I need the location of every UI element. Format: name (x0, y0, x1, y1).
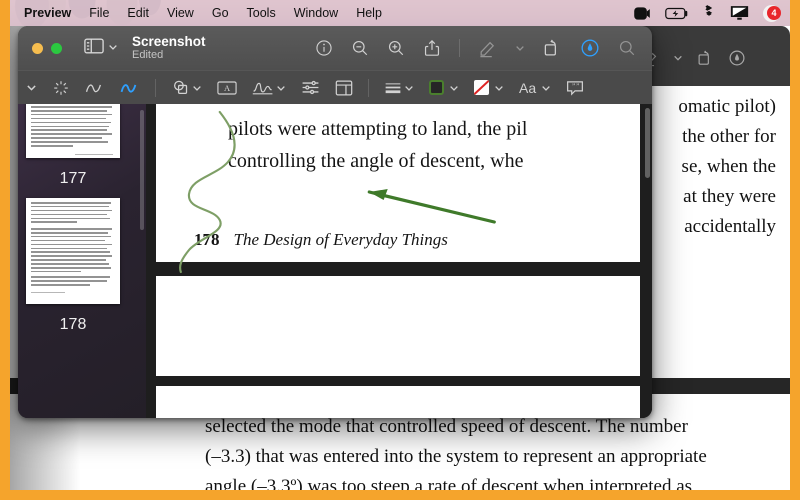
adjust-color-icon[interactable] (301, 79, 320, 96)
menu-item-file[interactable]: File (80, 0, 118, 26)
screen-frame: omatic pilot) the other for se, when the… (0, 0, 800, 500)
display-icon[interactable] (730, 5, 749, 21)
fill-color-icon[interactable] (474, 80, 504, 95)
text-style-icon[interactable]: Aa (519, 80, 551, 96)
chevron-down-icon[interactable] (26, 82, 37, 93)
rotate-icon[interactable] (543, 39, 562, 58)
thumbnail-page-number: 177 (59, 170, 87, 187)
bg-line: (–3.3) that was entered into the system … (205, 446, 707, 467)
thumbnail-content (26, 104, 120, 158)
sidebar-scrollbar[interactable] (140, 110, 144, 230)
notification-count: 4 (771, 7, 777, 18)
desktop: omatic pilot) the other for se, when the… (10, 0, 790, 490)
annotate-icon[interactable] (580, 38, 600, 58)
note-icon[interactable]: ” ” (566, 80, 584, 96)
document-view[interactable]: pilots were attempting to land, the pil … (146, 104, 652, 418)
toolbar-divider (368, 78, 369, 97)
svg-text:”: ” (572, 81, 575, 90)
chevron-down-icon[interactable] (673, 53, 683, 63)
battery-charging-icon[interactable] (665, 7, 688, 20)
text-box-icon[interactable]: A (217, 80, 237, 96)
shapes-icon[interactable] (171, 78, 202, 97)
document-page (156, 276, 640, 376)
menu-item-tools[interactable]: Tools (238, 0, 285, 26)
chevron-down-icon[interactable] (108, 39, 118, 57)
traffic-lights[interactable] (32, 42, 62, 54)
preview-window[interactable]: Screenshot Edited A Aa ” ” 177 178 pilot… (18, 26, 652, 418)
signature-icon[interactable] (252, 80, 286, 96)
page-thumbnail[interactable] (26, 104, 120, 158)
menu-bar[interactable]: Preview File Edit View Go Tools Window H… (10, 0, 790, 26)
markup-pen-icon[interactable] (478, 39, 497, 58)
preview-body: 177 178 pilots were attempting to land, … (18, 104, 652, 418)
menu-item-preview[interactable]: Preview (20, 0, 80, 26)
document-text-line: controlling the angle of descent, whe (228, 150, 524, 172)
document-scrollbar[interactable] (645, 108, 650, 178)
zoom-in-icon[interactable] (387, 39, 405, 57)
chevron-down-icon[interactable] (515, 43, 525, 53)
document-page (156, 386, 640, 418)
svg-text:”: ” (576, 81, 579, 90)
background-bottom-text: selected the mode that controlled speed … (205, 412, 785, 490)
toolbar-divider (155, 78, 156, 97)
menu-item-edit[interactable]: Edit (118, 0, 158, 26)
menu-item-help[interactable]: Help (347, 0, 391, 26)
draw-icon[interactable] (120, 80, 140, 96)
menu-item-go[interactable]: Go (203, 0, 238, 26)
page-thumbnail[interactable] (26, 198, 120, 304)
menu-item-view[interactable]: View (158, 0, 203, 26)
text-style-label: Aa (519, 79, 537, 96)
svg-text:A: A (224, 83, 231, 93)
sidebar-toggle-icon (84, 38, 104, 59)
window-titlebar[interactable]: Screenshot Edited (18, 26, 652, 70)
info-icon[interactable] (315, 39, 333, 57)
zoom-button[interactable] (51, 42, 62, 54)
toolbar-divider (459, 39, 460, 57)
window-toolbar (315, 38, 642, 58)
sidebar-toggle-button[interactable] (84, 38, 118, 59)
adjust-size-icon[interactable] (335, 79, 353, 97)
document-book-title: The Design of Everyday Things (233, 230, 448, 249)
border-color-swatch (429, 80, 444, 95)
annotate-icon[interactable] (728, 49, 746, 67)
document-page-number: 178 (194, 230, 220, 249)
thumbnail-sidebar[interactable]: 177 178 (18, 104, 146, 418)
markup-toolbar: A Aa ” ” (18, 70, 652, 104)
zoom-out-icon[interactable] (351, 39, 369, 57)
fill-color-swatch (474, 80, 489, 95)
window-title-block: Screenshot Edited (132, 34, 206, 61)
menu-item-window[interactable]: Window (285, 0, 347, 26)
background-window-toolbar (628, 38, 790, 78)
background-preview-window[interactable] (628, 26, 790, 86)
window-title: Screenshot (132, 34, 206, 50)
border-color-icon[interactable] (429, 80, 459, 95)
rotate-icon[interactable] (697, 50, 714, 67)
screen-recording-icon[interactable] (634, 6, 651, 21)
minimize-button[interactable] (32, 42, 43, 54)
thumbnail-page-number: 178 (59, 316, 87, 333)
window-subtitle: Edited (132, 49, 164, 62)
document-footer: 178 The Design of Everyday Things (194, 230, 448, 250)
search-icon[interactable] (618, 39, 636, 57)
document-text-line: pilots were attempting to land, the pil (228, 118, 528, 140)
sketch-icon[interactable] (85, 80, 105, 96)
dropbox-icon[interactable] (702, 5, 716, 21)
bg-line: angle (–3.3º) was too steep a rate of de… (205, 476, 693, 490)
thumbnail-content (26, 198, 120, 300)
shape-style-icon[interactable] (384, 80, 414, 96)
share-icon[interactable] (423, 39, 441, 57)
notification-badge[interactable]: 4 (763, 4, 781, 22)
menu-bar-status-area: 4 (634, 4, 784, 22)
instant-alpha-icon[interactable] (52, 79, 70, 97)
